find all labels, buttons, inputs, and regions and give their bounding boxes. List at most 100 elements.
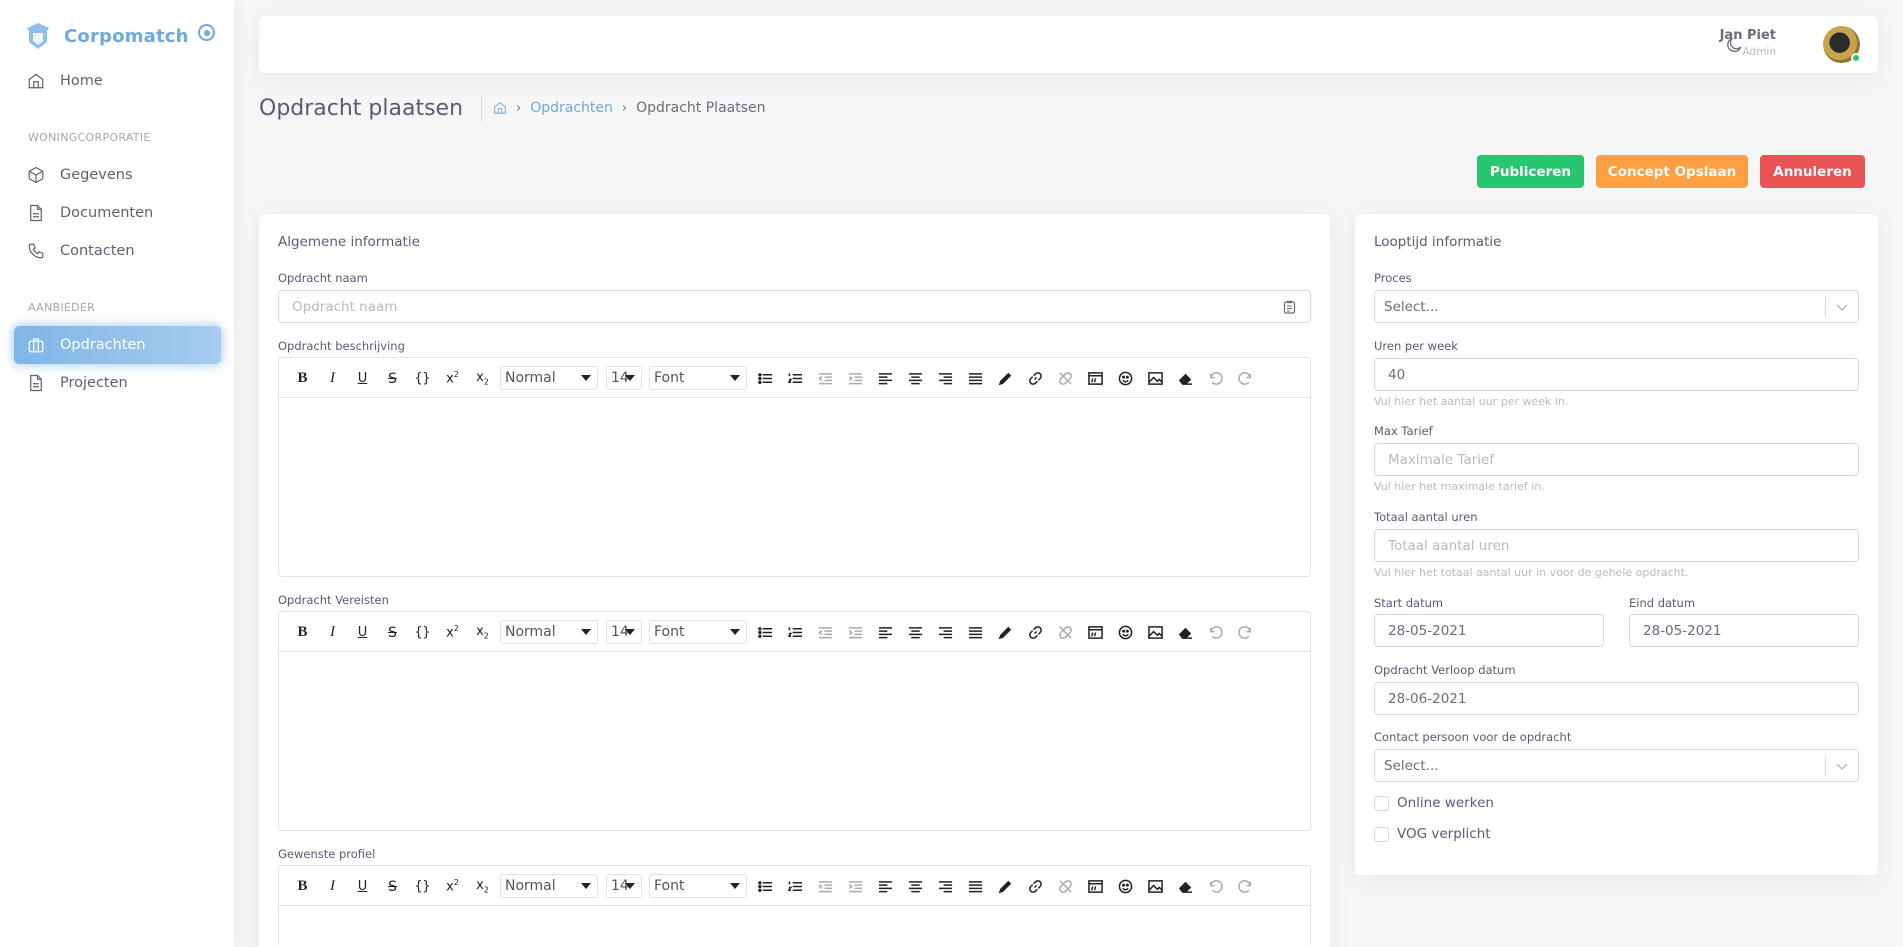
font-family-dropdown[interactable]: Font — [649, 620, 747, 644]
outdent-icon[interactable] — [817, 878, 834, 895]
rate-input[interactable]: Maximale Tarief — [1374, 443, 1859, 476]
undo-icon[interactable] — [1207, 624, 1224, 641]
underline-icon[interactable]: U — [354, 878, 371, 895]
indent-icon[interactable] — [847, 370, 864, 387]
image-icon[interactable] — [1147, 370, 1164, 387]
outdent-icon[interactable] — [817, 370, 834, 387]
subscript-icon[interactable]: x2 — [474, 370, 491, 387]
brand[interactable]: Corpomatch — [26, 22, 189, 50]
editor-content-area[interactable] — [279, 652, 1310, 830]
undo-icon[interactable] — [1207, 878, 1224, 895]
save-draft-button[interactable]: Concept Opslaan — [1596, 155, 1748, 188]
unlink-icon[interactable] — [1057, 370, 1074, 387]
font-size-dropdown[interactable]: 14 — [606, 620, 642, 644]
underline-icon[interactable]: U — [354, 370, 371, 387]
align-left-icon[interactable] — [877, 878, 894, 895]
superscript-icon[interactable]: x2 — [444, 624, 461, 641]
unlink-icon[interactable] — [1057, 878, 1074, 895]
eraser-icon[interactable] — [1177, 370, 1194, 387]
font-family-dropdown[interactable]: Font — [649, 366, 747, 390]
strikethrough-icon[interactable]: S — [384, 370, 401, 387]
font-size-dropdown[interactable]: 14 — [606, 874, 642, 898]
align-right-icon[interactable] — [937, 370, 954, 387]
superscript-icon[interactable]: x2 — [444, 370, 461, 387]
font-family-dropdown[interactable]: Font — [649, 874, 747, 898]
numbered-list-icon[interactable] — [787, 370, 804, 387]
link-icon[interactable] — [1027, 878, 1044, 895]
sidebar-item-opdrachten[interactable]: Opdrachten — [14, 326, 221, 364]
align-center-icon[interactable] — [907, 370, 924, 387]
profile-editor[interactable]: B I U S {} x2 x2 Normal 14 Font — [278, 865, 1311, 947]
strikethrough-icon[interactable]: S — [384, 878, 401, 895]
eraser-icon[interactable] — [1177, 624, 1194, 641]
code-icon[interactable]: {} — [414, 624, 431, 641]
image-icon[interactable] — [1147, 624, 1164, 641]
online-work-checkbox[interactable] — [1374, 796, 1389, 811]
subscript-icon[interactable]: x2 — [474, 878, 491, 895]
unlink-icon[interactable] — [1057, 624, 1074, 641]
sidebar-item-projecten[interactable]: Projecten — [14, 364, 221, 402]
bullet-list-icon[interactable] — [757, 878, 774, 895]
home-icon[interactable] — [493, 101, 507, 115]
align-justify-icon[interactable] — [967, 624, 984, 641]
strikethrough-icon[interactable]: S — [384, 624, 401, 641]
editor-content-area[interactable] — [279, 398, 1310, 576]
numbered-list-icon[interactable] — [787, 878, 804, 895]
requirements-editor[interactable]: B I U S {} x2 x2 Normal 14 Font — [278, 611, 1311, 831]
cancel-button[interactable]: Annuleren — [1760, 155, 1865, 188]
link-icon[interactable] — [1027, 624, 1044, 641]
superscript-icon[interactable]: x2 — [444, 878, 461, 895]
hours-input[interactable]: 40 — [1374, 358, 1859, 391]
start-date-input[interactable]: 28-05-2021 — [1374, 614, 1604, 647]
text-color-icon[interactable] — [997, 624, 1014, 641]
online-work-label[interactable]: Online werken — [1397, 795, 1494, 811]
align-left-icon[interactable] — [877, 624, 894, 641]
align-center-icon[interactable] — [907, 878, 924, 895]
redo-icon[interactable] — [1237, 878, 1254, 895]
redo-icon[interactable] — [1237, 370, 1254, 387]
user-name[interactable]: Jan Piet — [1720, 28, 1776, 43]
align-left-icon[interactable] — [877, 370, 894, 387]
sidebar-item-home[interactable]: Home — [14, 62, 221, 100]
font-size-dropdown[interactable]: 14 — [606, 366, 642, 390]
emoji-icon[interactable] — [1117, 370, 1134, 387]
numbered-list-icon[interactable] — [787, 624, 804, 641]
end-date-input[interactable]: 28-05-2021 — [1629, 614, 1859, 647]
align-right-icon[interactable] — [937, 878, 954, 895]
italic-icon[interactable]: I — [324, 370, 341, 387]
sidebar-toggle-icon[interactable] — [198, 24, 215, 41]
description-editor[interactable]: B I U S {} x2 x2 Normal 14 Font — [278, 357, 1311, 577]
redo-icon[interactable] — [1237, 624, 1254, 641]
sidebar-item-gegevens[interactable]: Gegevens — [14, 156, 221, 194]
link-icon[interactable] — [1027, 370, 1044, 387]
bold-icon[interactable]: B — [294, 624, 311, 641]
eraser-icon[interactable] — [1177, 878, 1194, 895]
italic-icon[interactable]: I — [324, 878, 341, 895]
outdent-icon[interactable] — [817, 624, 834, 641]
undo-icon[interactable] — [1207, 370, 1224, 387]
align-center-icon[interactable] — [907, 624, 924, 641]
code-icon[interactable]: {} — [414, 370, 431, 387]
breadcrumb-link-opdrachten[interactable]: Opdrachten — [530, 100, 613, 116]
bold-icon[interactable]: B — [294, 878, 311, 895]
code-icon[interactable]: {} — [414, 878, 431, 895]
align-right-icon[interactable] — [937, 624, 954, 641]
emoji-icon[interactable] — [1117, 878, 1134, 895]
total-hours-input[interactable]: Totaal aantal uren — [1374, 529, 1859, 562]
embed-icon[interactable] — [1087, 370, 1104, 387]
embed-icon[interactable] — [1087, 878, 1104, 895]
paragraph-style-dropdown[interactable]: Normal — [500, 366, 598, 390]
sidebar-item-documenten[interactable]: Documenten — [14, 194, 221, 232]
text-color-icon[interactable] — [997, 370, 1014, 387]
vog-required-label[interactable]: VOG verplicht — [1397, 826, 1491, 842]
process-select[interactable]: Select... — [1374, 290, 1859, 323]
sidebar-item-contacten[interactable]: Contacten — [14, 232, 221, 270]
name-input[interactable]: Opdracht naam — [278, 290, 1311, 323]
bullet-list-icon[interactable] — [757, 624, 774, 641]
expiry-date-input[interactable]: 28-06-2021 — [1374, 682, 1859, 715]
editor-content-area[interactable] — [279, 906, 1310, 946]
align-justify-icon[interactable] — [967, 878, 984, 895]
align-justify-icon[interactable] — [967, 370, 984, 387]
embed-icon[interactable] — [1087, 624, 1104, 641]
image-icon[interactable] — [1147, 878, 1164, 895]
